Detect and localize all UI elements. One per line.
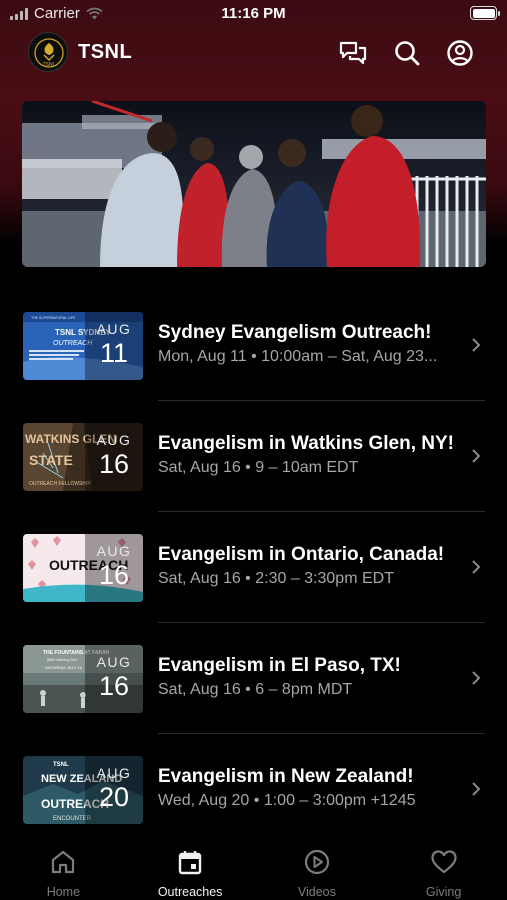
tab-outreaches[interactable]: Outreaches: [127, 838, 254, 900]
date-day: 20: [98, 782, 130, 812]
tab-videos[interactable]: Videos: [254, 838, 381, 900]
date-day: 16: [98, 671, 130, 701]
date-month: AUG: [96, 543, 132, 559]
chevron-right-icon: [472, 671, 481, 685]
event-thumbnail: THE FOUNTAINS AT FARAH 8889 Gateway Blvd…: [23, 645, 143, 713]
tab-label: Home: [46, 885, 81, 899]
date-day: 11: [99, 338, 129, 368]
list-item[interactable]: TSNL NEW ZEALAND OUTREACH ENCOUNTER AUG …: [0, 734, 507, 845]
event-subtitle: Sat, Aug 16 • 9 – 10am EDT: [158, 459, 359, 476]
status-bar: Carrier 11:16 PM: [0, 0, 507, 30]
svg-text:THE SUPERNATURAL LIFE: THE SUPERNATURAL LIFE: [31, 316, 76, 320]
heart-icon: [431, 850, 457, 874]
search-icon: [395, 41, 420, 66]
date-badge: AUG 11: [85, 312, 143, 380]
tab-label: Giving: [425, 885, 462, 899]
date-badge: AUG 16: [85, 645, 143, 713]
list-item[interactable]: THE FOUNTAINS AT FARAH 8889 Gateway Blvd…: [0, 623, 507, 734]
event-thumbnail: WATKINS GLEN STATE OUTREACH FELLOWSHIP A…: [23, 423, 143, 491]
chevron-right-icon: [472, 338, 481, 352]
app-logo[interactable]: TSNL: [28, 32, 68, 72]
list-item[interactable]: WATKINS GLEN STATE OUTREACH FELLOWSHIP A…: [0, 401, 507, 512]
list-item[interactable]: OUTREACH AUG 16 Evangelism in Ontario, C…: [0, 512, 507, 623]
event-subtitle: Sat, Aug 16 • 6 – 8pm MDT: [158, 681, 353, 698]
profile-icon: [447, 40, 473, 66]
date-badge: AUG 16: [85, 423, 143, 491]
date-month: AUG: [96, 765, 132, 781]
chevron-right-icon: [472, 449, 481, 463]
chevron-right-icon: [472, 782, 481, 796]
event-subtitle: Mon, Aug 11 • 10:00am – Sat, Aug 23...: [158, 348, 438, 365]
svg-text:TSNL: TSNL: [53, 762, 69, 768]
event-title: Evangelism in New Zealand!: [158, 766, 414, 787]
status-time: 11:16 PM: [221, 5, 286, 22]
event-title: Evangelism in Ontario, Canada!: [158, 544, 445, 565]
calendar-icon: [178, 851, 202, 875]
date-month: AUG: [96, 432, 132, 448]
date-day: 16: [98, 560, 130, 590]
date-badge: AUG 16: [85, 534, 143, 602]
app-title: TSNL: [78, 41, 133, 63]
battery-icon: [470, 6, 500, 20]
event-thumbnail: TSNL NEW ZEALAND OUTREACH ENCOUNTER AUG …: [23, 756, 143, 824]
play-icon: [304, 849, 329, 875]
tab-giving[interactable]: Giving: [380, 838, 507, 900]
event-thumbnail: THE SUPERNATURAL LIFE TSNL SYDNEY OUTREA…: [23, 312, 143, 380]
svg-text:STATE: STATE: [29, 452, 73, 468]
event-subtitle: Sat, Aug 16 • 2:30 – 3:30pm EDT: [158, 570, 394, 587]
date-month: AUG: [96, 654, 132, 670]
event-subtitle: Wed, Aug 20 • 1:00 – 3:00pm +1245: [158, 792, 416, 809]
chevron-right-icon: [472, 560, 481, 574]
hero-image: [22, 101, 486, 267]
chat-button[interactable]: [338, 38, 368, 68]
svg-text:8889 Gateway Blvd: 8889 Gateway Blvd: [47, 658, 77, 662]
date-day: 16: [98, 449, 130, 479]
search-button[interactable]: [392, 38, 422, 68]
event-title: Evangelism in Watkins Glen, NY!: [158, 433, 454, 454]
profile-button[interactable]: [445, 38, 475, 68]
svg-text:SATURDAY, AUG 16: SATURDAY, AUG 16: [45, 665, 83, 670]
logo-text: TSNL: [43, 62, 56, 68]
tab-label: Videos: [297, 885, 336, 899]
tab-home[interactable]: Home: [0, 838, 127, 900]
date-badge: AUG 20: [85, 756, 143, 824]
list-item[interactable]: THE SUPERNATURAL LIFE TSNL SYDNEY OUTREA…: [0, 290, 507, 401]
date-month: AUG: [96, 321, 132, 337]
tab-label: Outreaches: [157, 885, 223, 899]
home-icon: [52, 850, 75, 874]
logo-emblem-icon: TSNL: [34, 38, 64, 68]
app-header: TSNL TSNL: [0, 32, 507, 74]
svg-text:OUTREACH FELLOWSHIP: OUTREACH FELLOWSHIP: [29, 481, 91, 487]
hero-banner[interactable]: [22, 101, 486, 267]
event-title: Sydney Evangelism Outreach!: [158, 322, 432, 343]
event-thumbnail: OUTREACH AUG 16: [23, 534, 143, 602]
event-title: Evangelism in El Paso, TX!: [158, 655, 401, 676]
chat-icon: [339, 41, 367, 65]
tab-bar: Home Outreaches Videos Giving: [0, 838, 507, 900]
event-list: THE SUPERNATURAL LIFE TSNL SYDNEY OUTREA…: [0, 290, 507, 845]
